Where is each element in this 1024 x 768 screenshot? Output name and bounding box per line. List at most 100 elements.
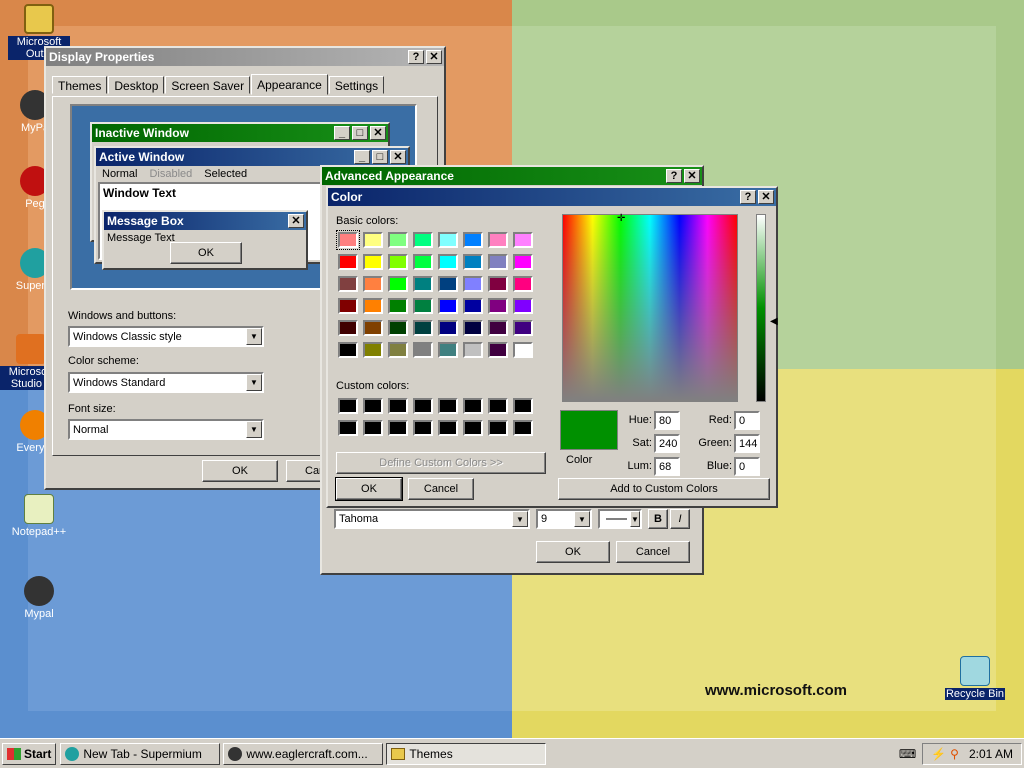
close-button[interactable]: ✕ [426, 50, 442, 64]
tab-desktop[interactable]: Desktop [108, 76, 165, 94]
basic-color-swatch[interactable] [388, 342, 408, 358]
bold-button[interactable]: B [648, 509, 668, 529]
basic-color-swatch[interactable] [513, 276, 533, 292]
basic-color-swatch[interactable] [488, 320, 508, 336]
color-scheme-select[interactable]: Windows Standard ▼ [68, 372, 264, 393]
clock[interactable]: 2:01 AM [969, 747, 1013, 761]
ok-button[interactable]: OK [202, 460, 278, 482]
basic-color-swatch[interactable] [338, 276, 358, 292]
basic-color-swatch[interactable] [488, 232, 508, 248]
chevron-down-icon[interactable]: ▼ [246, 421, 262, 438]
start-button[interactable]: Start [2, 742, 57, 765]
custom-color-swatch[interactable] [413, 398, 433, 414]
font-color-select[interactable]: ▼ [598, 509, 642, 529]
keyboard-icon[interactable]: ⌨ [899, 747, 916, 761]
green-input[interactable]: 144 [734, 434, 760, 453]
basic-color-swatch[interactable] [463, 298, 483, 314]
basic-color-swatch[interactable] [463, 254, 483, 270]
custom-color-swatch[interactable] [438, 420, 458, 436]
sat-input[interactable]: 240 [654, 434, 680, 453]
close-button[interactable]: ✕ [684, 169, 700, 183]
basic-color-swatch[interactable] [513, 320, 533, 336]
basic-color-swatch[interactable] [513, 232, 533, 248]
basic-color-swatch[interactable] [463, 276, 483, 292]
custom-color-swatch[interactable] [363, 420, 383, 436]
font-size-select[interactable]: Normal ▼ [68, 419, 264, 440]
basic-color-swatch[interactable] [413, 276, 433, 292]
basic-color-swatch[interactable] [438, 298, 458, 314]
luminance-slider[interactable] [756, 214, 766, 402]
basic-color-swatch[interactable] [438, 342, 458, 358]
basic-color-swatch[interactable] [438, 276, 458, 292]
search-icon[interactable]: ⚲ [950, 747, 959, 761]
define-custom-colors-button[interactable]: Define Custom Colors >> [336, 452, 546, 474]
help-button[interactable]: ? [740, 190, 756, 204]
chevron-down-icon[interactable]: ▼ [246, 328, 262, 345]
custom-color-swatch[interactable] [438, 398, 458, 414]
basic-color-swatch[interactable] [363, 276, 383, 292]
tab-themes[interactable]: Themes [52, 76, 108, 94]
desktop-icon-recycle-bin[interactable]: Recycle Bin [944, 656, 1006, 700]
basic-color-swatch[interactable] [438, 232, 458, 248]
windows-buttons-select[interactable]: Windows Classic style ▼ [68, 326, 264, 347]
custom-color-swatch[interactable] [338, 420, 358, 436]
basic-color-swatch[interactable] [513, 342, 533, 358]
basic-color-swatch[interactable] [363, 342, 383, 358]
custom-color-swatch[interactable] [388, 420, 408, 436]
basic-color-swatch[interactable] [513, 254, 533, 270]
basic-color-swatch[interactable] [488, 342, 508, 358]
luminance-arrow-icon[interactable]: ◀ [770, 316, 778, 327]
basic-color-swatch[interactable] [363, 320, 383, 336]
custom-color-swatch[interactable] [463, 420, 483, 436]
basic-color-swatch[interactable] [413, 232, 433, 248]
tab-screen-saver[interactable]: Screen Saver [165, 76, 251, 94]
chevron-down-icon[interactable]: ▼ [574, 511, 590, 527]
ok-button[interactable]: OK [335, 477, 403, 501]
desktop-icon-mypal-2[interactable]: Mypal [8, 576, 70, 620]
basic-color-swatch[interactable] [488, 298, 508, 314]
help-button[interactable]: ? [666, 169, 682, 183]
basic-color-swatch[interactable] [338, 254, 358, 270]
custom-color-swatch[interactable] [388, 398, 408, 414]
color-dialog-titlebar[interactable]: Color ? ✕ [328, 188, 776, 206]
basic-color-swatch[interactable] [338, 320, 358, 336]
font-size-select[interactable]: 9 ▼ [536, 509, 592, 529]
basic-color-swatch[interactable] [363, 254, 383, 270]
custom-color-swatch[interactable] [413, 420, 433, 436]
basic-color-swatch[interactable] [388, 298, 408, 314]
chevron-down-icon[interactable]: ▼ [630, 511, 640, 527]
red-input[interactable]: 0 [734, 411, 760, 430]
basic-color-swatch[interactable] [413, 320, 433, 336]
taskbar-item-supermium[interactable]: New Tab - Supermium [60, 742, 221, 765]
basic-color-swatch[interactable] [388, 276, 408, 292]
basic-color-swatch[interactable] [513, 298, 533, 314]
basic-color-swatch[interactable] [488, 276, 508, 292]
cancel-button[interactable]: Cancel [408, 478, 474, 500]
lum-input[interactable]: 68 [654, 457, 680, 476]
chevron-down-icon[interactable]: ▼ [512, 511, 528, 527]
basic-color-swatch[interactable] [413, 298, 433, 314]
add-to-custom-colors-button[interactable]: Add to Custom Colors [558, 478, 770, 500]
basic-color-swatch[interactable] [463, 320, 483, 336]
basic-color-swatch[interactable] [388, 254, 408, 270]
custom-color-swatch[interactable] [488, 420, 508, 436]
hue-input[interactable]: 80 [654, 411, 680, 430]
basic-color-swatch[interactable] [488, 254, 508, 270]
custom-color-swatch[interactable] [338, 398, 358, 414]
tab-appearance[interactable]: Appearance [251, 74, 328, 95]
basic-color-swatch[interactable] [388, 232, 408, 248]
custom-color-swatch[interactable] [463, 398, 483, 414]
taskbar-item-eaglercraft[interactable]: www.eaglercraft.com... [223, 742, 384, 765]
basic-color-swatch[interactable] [413, 342, 433, 358]
basic-color-swatch[interactable] [463, 232, 483, 248]
custom-color-swatch[interactable] [513, 398, 533, 414]
close-button[interactable]: ✕ [758, 190, 774, 204]
basic-color-swatch[interactable] [363, 298, 383, 314]
italic-button[interactable]: I [670, 509, 690, 529]
custom-color-swatch[interactable] [488, 398, 508, 414]
help-button[interactable]: ? [408, 50, 424, 64]
basic-color-swatch[interactable] [413, 254, 433, 270]
ok-button[interactable]: OK [536, 541, 610, 563]
custom-color-swatch[interactable] [513, 420, 533, 436]
chevron-down-icon[interactable]: ▼ [246, 374, 262, 391]
